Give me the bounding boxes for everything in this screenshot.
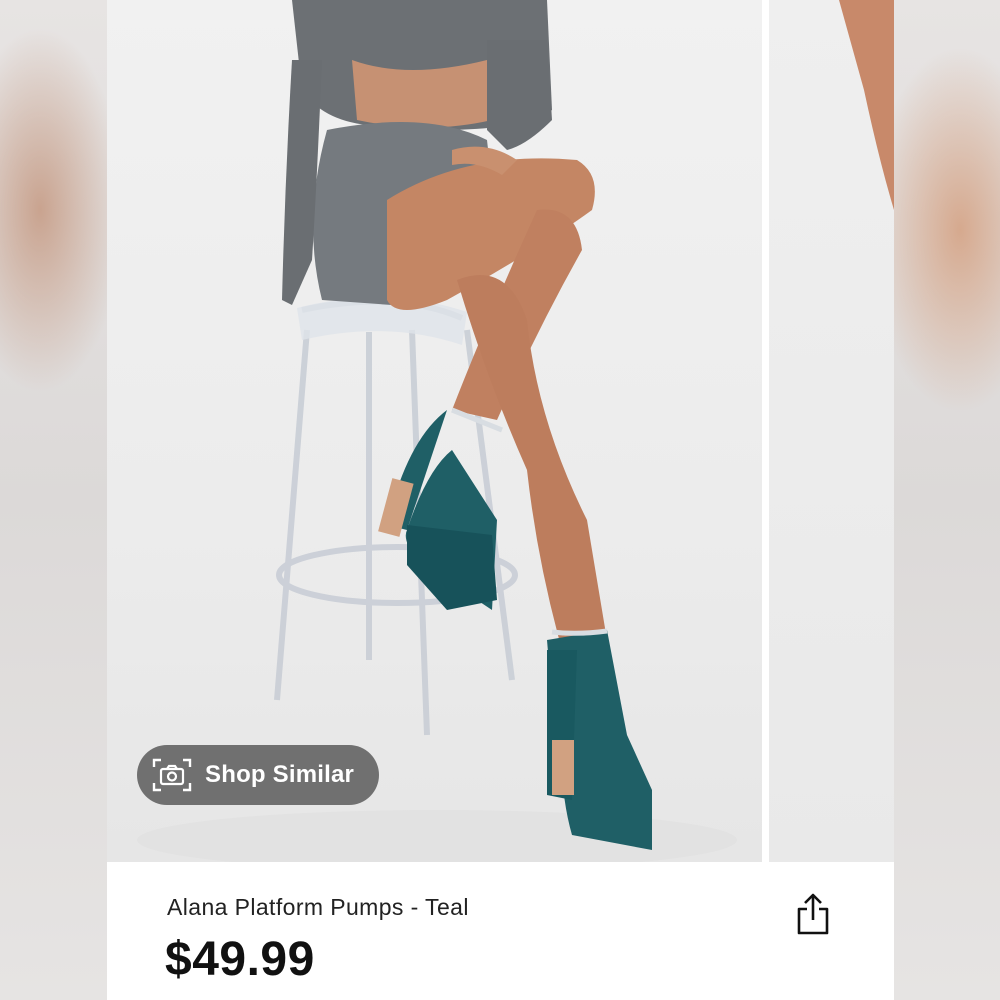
camera-icon xyxy=(151,757,193,793)
shop-similar-button[interactable]: Shop Similar xyxy=(137,745,379,805)
product-card: Shop Similar Alana Platform Pumps - Teal… xyxy=(107,0,894,1000)
share-icon xyxy=(795,893,831,940)
share-button[interactable] xyxy=(795,892,831,936)
product-price: $49.99 xyxy=(165,933,315,986)
product-image-main[interactable]: Shop Similar xyxy=(107,0,762,862)
product-info: Alana Platform Pumps - Teal $49.99 xyxy=(107,862,894,1000)
product-image-next[interactable] xyxy=(769,0,894,862)
product-photo xyxy=(137,0,737,862)
next-photo xyxy=(839,0,894,210)
product-title: Alana Platform Pumps - Teal xyxy=(167,894,469,920)
shop-similar-label: Shop Similar xyxy=(205,761,355,788)
